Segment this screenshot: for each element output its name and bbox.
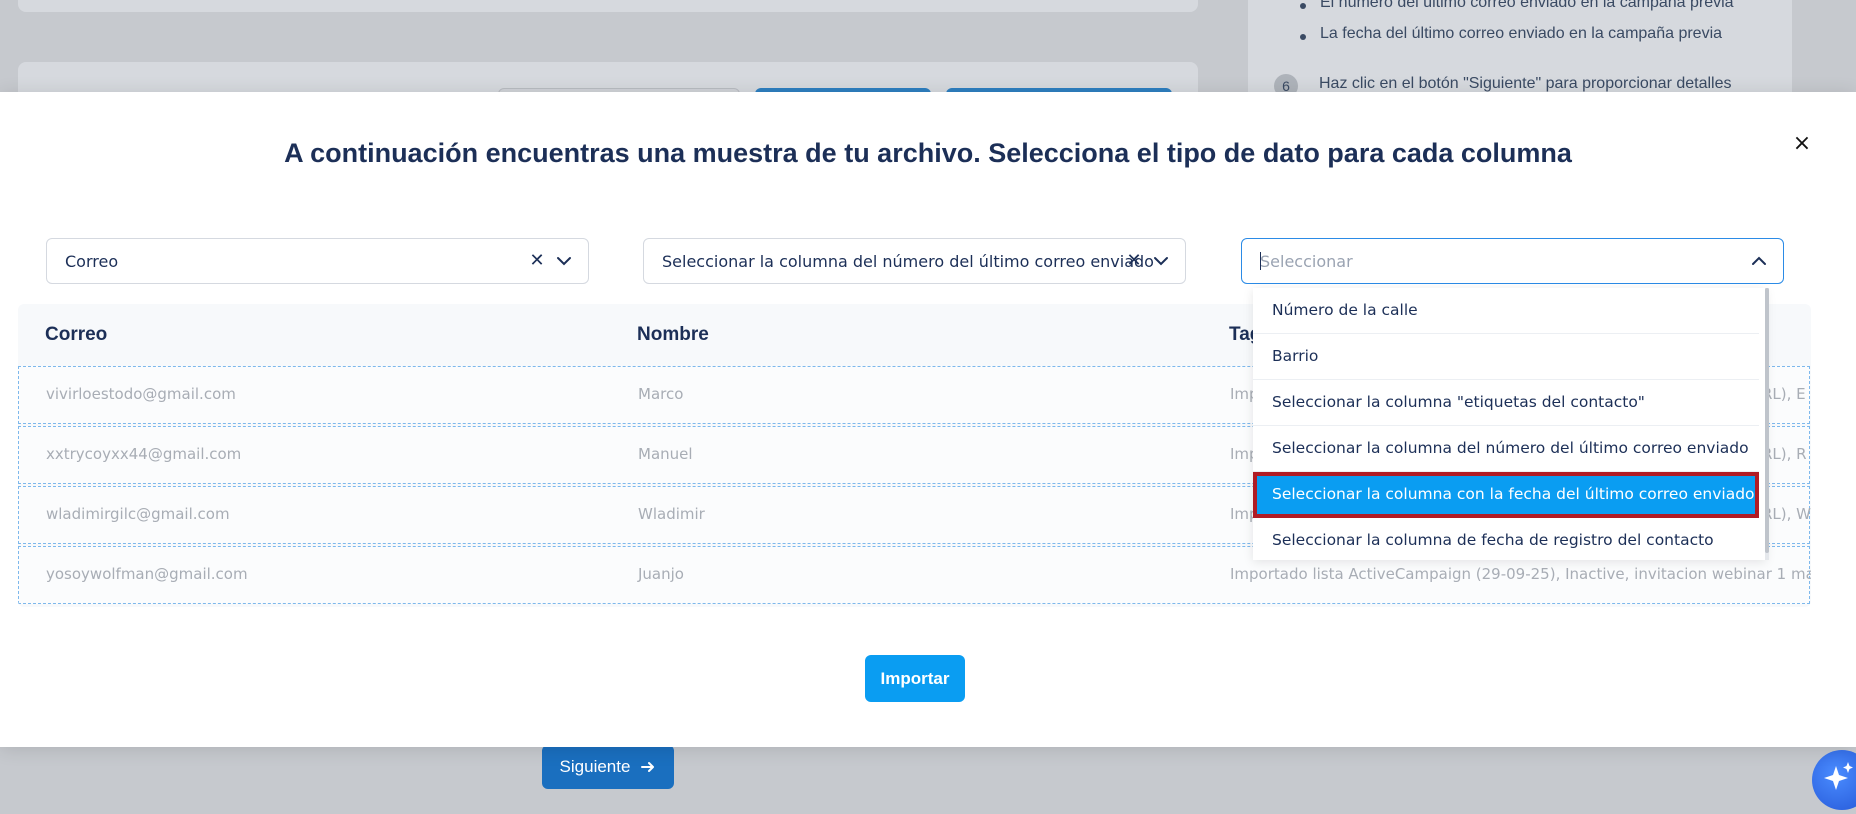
next-button: Siguiente bbox=[542, 745, 674, 789]
text-cursor bbox=[1260, 252, 1261, 270]
dropdown-option[interactable]: Seleccionar la columna "etiquetas del co… bbox=[1253, 380, 1759, 426]
dropdown-option[interactable]: Seleccionar la columna de fecha de regis… bbox=[1253, 518, 1759, 560]
cell-name: Juanjo bbox=[638, 565, 684, 583]
cell-name: Marco bbox=[638, 385, 684, 403]
dropdown-scrollbar-thumb[interactable] bbox=[1765, 288, 1769, 553]
cell-email: xxtrycoyxx44@gmail.com bbox=[46, 445, 242, 463]
column-header-email: Correo bbox=[45, 324, 108, 345]
cell-tags: Importado lista ActiveCampaign (29-09-25… bbox=[1230, 565, 1811, 583]
chevron-down-icon[interactable] bbox=[555, 252, 573, 270]
ai-assistant-button bbox=[1812, 750, 1856, 810]
dropdown-option[interactable]: Barrio bbox=[1253, 334, 1759, 380]
select-placeholder[interactable]: Seleccionar bbox=[1260, 252, 1353, 271]
dropdown-option-highlighted[interactable]: Seleccionar la columna con la fecha del … bbox=[1253, 472, 1759, 518]
dropdown-option[interactable]: Número de la calle bbox=[1253, 288, 1759, 334]
next-button-label: Siguiente bbox=[559, 757, 631, 776]
cell-name: Manuel bbox=[638, 445, 693, 463]
close-icon[interactable]: × bbox=[1790, 132, 1814, 156]
import-mapping-modal: A continuación encuentras una muestra de… bbox=[0, 92, 1856, 747]
select-value: Correo bbox=[65, 252, 119, 271]
instruction-bullet: La fecha del último correo enviado en la… bbox=[1299, 25, 1723, 42]
clear-icon[interactable]: ✕ bbox=[527, 249, 547, 273]
column-type-select-2[interactable]: Seleccionar la columna del número del úl… bbox=[643, 238, 1186, 284]
column-type-select-1[interactable]: Correo ✕ bbox=[46, 238, 589, 284]
instruction-bullet: El número del último correo enviado en l… bbox=[1300, 0, 1734, 12]
column-type-dropdown: Número de la calle Barrio Seleccionar la… bbox=[1253, 288, 1766, 560]
background-card bbox=[18, 0, 1198, 12]
step-text: Haz clic en el botón "Siguiente" para pr… bbox=[1319, 75, 1732, 92]
chevron-up-icon[interactable] bbox=[1750, 252, 1768, 270]
column-header-name: Nombre bbox=[637, 324, 709, 345]
chevron-down-icon[interactable] bbox=[1152, 252, 1170, 270]
dropdown-option[interactable]: Seleccionar la columna del número del úl… bbox=[1253, 426, 1759, 472]
cell-email: vivirloestodo@gmail.com bbox=[46, 385, 236, 403]
sparkle-icon bbox=[1824, 762, 1853, 790]
column-type-select-3[interactable]: Seleccionar bbox=[1241, 238, 1784, 284]
cell-email: wladimirgilc@gmail.com bbox=[46, 505, 230, 523]
modal-title: A continuación encuentras una muestra de… bbox=[284, 138, 1572, 168]
select-value: Seleccionar la columna del número del úl… bbox=[662, 252, 1154, 271]
cell-email: yosoywolfman@gmail.com bbox=[46, 565, 248, 583]
arrow-right-icon bbox=[641, 762, 655, 772]
cell-name: Wladimir bbox=[638, 505, 705, 523]
clear-icon[interactable]: ✕ bbox=[1124, 249, 1144, 273]
import-button[interactable]: Importar bbox=[865, 655, 965, 702]
